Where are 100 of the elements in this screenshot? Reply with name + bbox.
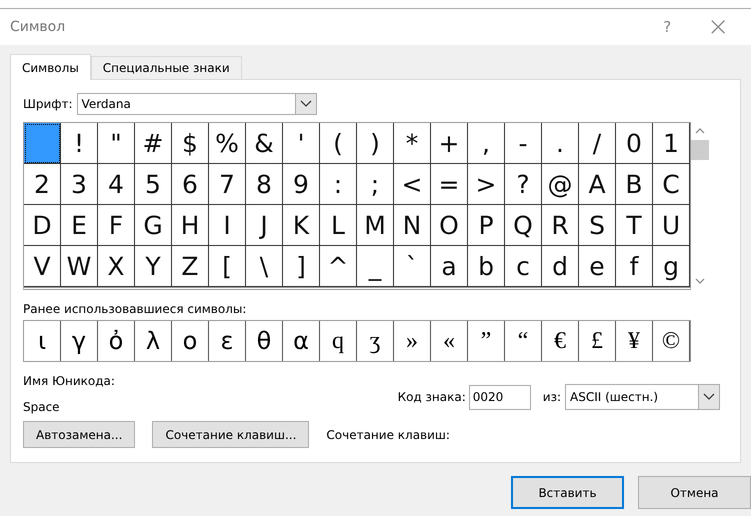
symbol-cell[interactable]: ] [283, 246, 320, 287]
symbol-cell[interactable]: ) [357, 123, 394, 164]
symbol-cell[interactable]: b [468, 246, 505, 287]
symbol-cell[interactable]: / [579, 123, 616, 164]
recent-symbol-cell[interactable]: θ [246, 321, 283, 361]
symbol-cell[interactable]: ? [505, 164, 542, 205]
symbol-cell[interactable]: W [61, 246, 98, 287]
symbol-cell[interactable]: d [542, 246, 579, 287]
tab[interactable]: Символы [10, 54, 91, 80]
symbol-cell[interactable]: 5 [135, 164, 172, 205]
symbol-cell[interactable] [24, 123, 61, 164]
symbol-cell[interactable]: H [172, 205, 209, 246]
symbol-cell[interactable]: > [468, 164, 505, 205]
symbol-cell[interactable]: F [98, 205, 135, 246]
symbol-cell[interactable]: * [394, 123, 431, 164]
recent-symbol-cell[interactable]: ὀ [98, 321, 135, 361]
symbol-cell[interactable]: G [135, 205, 172, 246]
symbol-cell[interactable]: A [579, 164, 616, 205]
symbol-cell[interactable]: ' [283, 123, 320, 164]
font-dropdown[interactable]: Verdana [76, 93, 317, 115]
tab[interactable]: Специальные знаки [90, 56, 242, 79]
action-button[interactable]: Сочетание клавиш... [152, 421, 310, 448]
recent-symbol-cell[interactable]: ε [209, 321, 246, 361]
symbol-cell[interactable]: ( [320, 123, 357, 164]
symbol-cell[interactable]: c [505, 246, 542, 287]
symbol-cell[interactable]: R [542, 205, 579, 246]
symbol-cell[interactable]: 1 [653, 123, 690, 164]
symbol-cell[interactable]: ; [357, 164, 394, 205]
symbol-cell[interactable]: . [542, 123, 579, 164]
recent-symbol-cell[interactable]: £ [579, 321, 616, 361]
symbol-cell[interactable]: + [431, 123, 468, 164]
symbol-cell[interactable]: ` [394, 246, 431, 287]
symbol-cell[interactable]: f [616, 246, 653, 287]
symbol-cell[interactable]: a [431, 246, 468, 287]
symbol-cell[interactable]: P [468, 205, 505, 246]
recent-symbol-cell[interactable]: γ [61, 321, 98, 361]
cancel-button[interactable]: Отмена [638, 476, 751, 509]
recent-symbol-cell[interactable]: q [320, 321, 357, 361]
symbol-cell[interactable]: C [653, 164, 690, 205]
recent-symbol-cell[interactable]: α [283, 321, 320, 361]
recent-symbol-cell[interactable]: « [431, 321, 468, 361]
symbol-cell[interactable]: & [246, 123, 283, 164]
symbol-cell[interactable]: % [209, 123, 246, 164]
encoding-dropdown[interactable]: ASCII (шестн.) [565, 384, 720, 410]
symbol-cell[interactable]: Q [505, 205, 542, 246]
symbol-cell[interactable]: U [653, 205, 690, 246]
symbol-cell[interactable]: Y [135, 246, 172, 287]
recent-symbol-cell[interactable]: ο [172, 321, 209, 361]
symbol-cell[interactable]: L [320, 205, 357, 246]
symbol-cell[interactable]: : [320, 164, 357, 205]
symbol-cell[interactable]: [ [209, 246, 246, 287]
recent-symbol-cell[interactable]: “ [505, 321, 542, 361]
symbol-cell[interactable]: Z [172, 246, 209, 287]
symbol-cell[interactable]: = [431, 164, 468, 205]
recent-symbol-cell[interactable]: ι [24, 321, 61, 361]
symbol-cell[interactable]: $ [172, 123, 209, 164]
symbol-cell[interactable]: g [653, 246, 690, 287]
symbol-cell[interactable]: J [246, 205, 283, 246]
symbol-cell[interactable]: _ [357, 246, 394, 287]
symbol-cell[interactable]: M [357, 205, 394, 246]
symbol-cell[interactable]: ^ [320, 246, 357, 287]
symbol-cell[interactable]: 6 [172, 164, 209, 205]
action-button[interactable]: Автозамена... [23, 421, 136, 448]
symbol-cell[interactable]: V [24, 246, 61, 287]
close-button[interactable]: × [707, 14, 729, 40]
symbol-cell[interactable]: E [61, 205, 98, 246]
symbol-cell[interactable]: # [135, 123, 172, 164]
symbol-cell[interactable]: - [505, 123, 542, 164]
symbol-cell[interactable]: ! [61, 123, 98, 164]
symbol-cell[interactable]: " [98, 123, 135, 164]
symbol-cell[interactable]: , [468, 123, 505, 164]
symbol-cell[interactable]: I [209, 205, 246, 246]
symbol-cell[interactable]: S [579, 205, 616, 246]
symbol-cell[interactable]: X [98, 246, 135, 287]
symbol-cell[interactable]: K [283, 205, 320, 246]
recent-symbol-cell[interactable]: » [394, 321, 431, 361]
help-button[interactable]: ? [663, 18, 672, 36]
symbol-cell[interactable]: 8 [246, 164, 283, 205]
scroll-thumb[interactable] [691, 140, 709, 160]
symbol-cell[interactable]: < [394, 164, 431, 205]
symbol-cell[interactable]: 0 [616, 123, 653, 164]
symbol-cell[interactable]: O [431, 205, 468, 246]
symbol-cell[interactable]: 3 [61, 164, 98, 205]
code-field[interactable]: 0020 [468, 384, 531, 410]
symbol-cell[interactable]: 4 [98, 164, 135, 205]
symbol-cell[interactable]: 2 [24, 164, 61, 205]
symbol-cell[interactable]: D [24, 205, 61, 246]
insert-button[interactable]: Вставить [511, 476, 624, 509]
recent-symbol-cell[interactable]: λ [135, 321, 172, 361]
recent-symbol-cell[interactable]: € [542, 321, 579, 361]
recent-symbol-cell[interactable]: ʒ [357, 321, 394, 361]
recent-symbol-cell[interactable]: ¥ [616, 321, 653, 361]
symbol-cell[interactable]: @ [542, 164, 579, 205]
symbol-cell[interactable]: 7 [209, 164, 246, 205]
symbol-cell[interactable]: e [579, 246, 616, 287]
symbol-cell[interactable]: N [394, 205, 431, 246]
symbol-cell[interactable]: T [616, 205, 653, 246]
recent-symbol-cell[interactable]: © [653, 321, 690, 361]
symbol-cell[interactable]: 9 [283, 164, 320, 205]
recent-symbol-cell[interactable]: ” [468, 321, 505, 361]
